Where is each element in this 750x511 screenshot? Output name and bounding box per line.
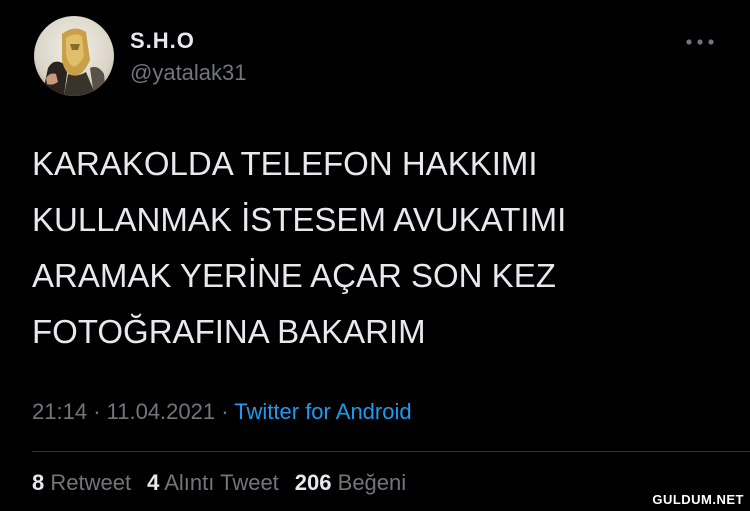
retweets-count: 8 xyxy=(32,470,45,495)
more-options-button[interactable] xyxy=(680,30,720,54)
author-handle[interactable]: @yatalak31 xyxy=(130,58,247,88)
quote-tweets-stat[interactable]: 4 Alıntı Tweet xyxy=(147,467,279,499)
likes-label: Beğeni xyxy=(337,470,407,495)
avatar-image xyxy=(34,16,114,96)
tweet-date[interactable]: 11.04.2021 xyxy=(107,399,215,424)
tweet-text: KARAKOLDA TELEFON HAKKIMI KULLANMAK İSTE… xyxy=(32,136,672,360)
watermark: GULDUM.NET xyxy=(652,492,744,507)
meta-separator: · xyxy=(221,399,229,424)
retweets-stat[interactable]: 8 Retweet xyxy=(32,467,131,499)
tweet-time[interactable]: 21:14 xyxy=(32,399,87,424)
author-display-name[interactable]: S.H.O xyxy=(130,26,195,56)
divider xyxy=(32,451,750,452)
tweet-text-line: ARAMAK YERİNE AÇAR SON KEZ xyxy=(32,257,556,294)
retweets-label: Retweet xyxy=(50,470,132,495)
tweet-source-link[interactable]: Twitter for Android xyxy=(234,399,411,424)
likes-stat[interactable]: 206 Beğeni xyxy=(295,467,406,499)
tweet-text-line: FOTOĞRAFINA BAKARIM xyxy=(32,313,426,350)
meta-separator: · xyxy=(93,399,101,424)
avatar[interactable] xyxy=(34,16,114,96)
quote-tweets-count: 4 xyxy=(147,470,160,495)
quote-tweets-label: Alıntı Tweet xyxy=(164,470,279,495)
more-horizontal-icon xyxy=(686,39,714,45)
tweet-text-line: KARAKOLDA TELEFON HAKKIMI xyxy=(32,145,538,182)
likes-count: 206 xyxy=(294,470,332,495)
tweet-metadata: 21:14 · 11.04.2021 · Twitter for Android xyxy=(32,396,412,428)
tweet-text-line: KULLANMAK İSTESEM AVUKATIMI xyxy=(32,201,567,238)
engagement-stats: 8 Retweet 4 Alıntı Tweet 206 Beğeni xyxy=(32,467,406,499)
